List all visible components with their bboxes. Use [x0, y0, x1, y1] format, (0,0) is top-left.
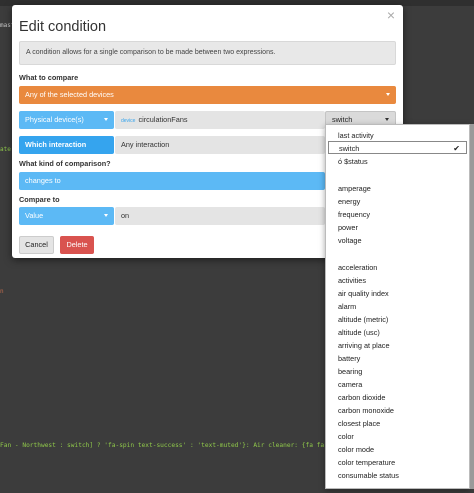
dropdown-option[interactable]: frequency — [326, 208, 469, 221]
dropdown-option[interactable]: battery — [326, 352, 469, 365]
chevron-down-icon — [386, 93, 390, 96]
dropdown-option[interactable]: air quality index — [326, 287, 469, 300]
compare-type-select[interactable]: Value — [19, 207, 114, 225]
dropdown-option[interactable]: ó $status — [326, 155, 469, 168]
delete-button[interactable]: Delete — [60, 236, 94, 254]
dropdown-option[interactable]: color temperature — [326, 456, 469, 469]
dropdown-option[interactable]: carbon monoxide — [326, 404, 469, 417]
dialog-description: A condition allows for a single comparis… — [19, 41, 396, 65]
chevron-down-icon — [104, 214, 108, 217]
which-interaction-button[interactable]: Which interaction — [19, 136, 114, 154]
dropdown-option[interactable]: altitude (metric) — [326, 313, 469, 326]
dropdown-option[interactable]: power — [326, 221, 469, 234]
dropdown-option[interactable]: amperage — [326, 182, 469, 195]
interaction-value[interactable]: Any interaction — [115, 136, 325, 154]
dropdown-option[interactable]: alarm — [326, 300, 469, 313]
what-to-compare-label: What to compare — [19, 73, 79, 82]
comparison-select[interactable]: changes to — [19, 172, 325, 190]
attribute-dropdown-list: last activity switch ✔ ó $status amperage… — [325, 124, 470, 489]
dropdown-option[interactable]: activities — [326, 274, 469, 287]
chevron-down-icon — [104, 118, 108, 121]
code-fragment: Fan - Northwest : switch] ? 'fa-spin tex… — [0, 442, 328, 449]
dropdown-option[interactable]: color mode — [326, 443, 469, 456]
comparison-kind-label: What kind of comparison? — [19, 159, 111, 168]
compare-to-label: Compare to — [19, 195, 60, 204]
comparison-value: changes to — [25, 176, 61, 185]
dropdown-option[interactable]: camera — [326, 378, 469, 391]
source-type-value: Physical device(s) — [25, 115, 84, 124]
attribute-value: switch — [332, 115, 353, 124]
dropdown-option[interactable]: altitude (usc) — [326, 326, 469, 339]
dropdown-option[interactable]: color — [326, 430, 469, 443]
compare-value: on — [121, 211, 130, 220]
source-type-select[interactable]: Physical device(s) — [19, 111, 114, 129]
device-list-field[interactable]: device circulationFans — [115, 111, 325, 129]
dropdown-option[interactable]: acceleration — [326, 261, 469, 274]
code-fragment: n — [0, 288, 4, 295]
dropdown-scrollbar[interactable] — [470, 124, 474, 489]
dropdown-option[interactable]: arriving at place — [326, 339, 469, 352]
compare-value-field[interactable]: on — [115, 207, 325, 225]
compare-type-value: Value — [25, 211, 44, 220]
dropdown-option-selected[interactable]: switch ✔ — [328, 141, 467, 154]
dropdown-option[interactable]: bearing — [326, 365, 469, 378]
device-scope-value: Any of the selected devices — [25, 90, 114, 99]
dropdown-option[interactable]: energy — [326, 195, 469, 208]
device-scope-select[interactable]: Any of the selected devices — [19, 86, 396, 104]
dropdown-option[interactable]: voltage — [326, 234, 469, 247]
dropdown-option[interactable]: consumable status — [326, 469, 469, 482]
dropdown-option[interactable]: carbon dioxide — [326, 391, 469, 404]
cancel-button[interactable]: Cancel — [19, 236, 54, 254]
check-icon: ✔ — [453, 144, 460, 153]
code-fragment: ate — [0, 146, 11, 153]
dropdown-option[interactable]: closest place — [326, 417, 469, 430]
device-tag: device — [121, 118, 136, 124]
close-icon[interactable]: × — [384, 8, 398, 22]
device-name: circulationFans — [138, 115, 188, 124]
chevron-down-icon — [385, 118, 389, 121]
dialog-title: Edit condition — [19, 19, 107, 35]
